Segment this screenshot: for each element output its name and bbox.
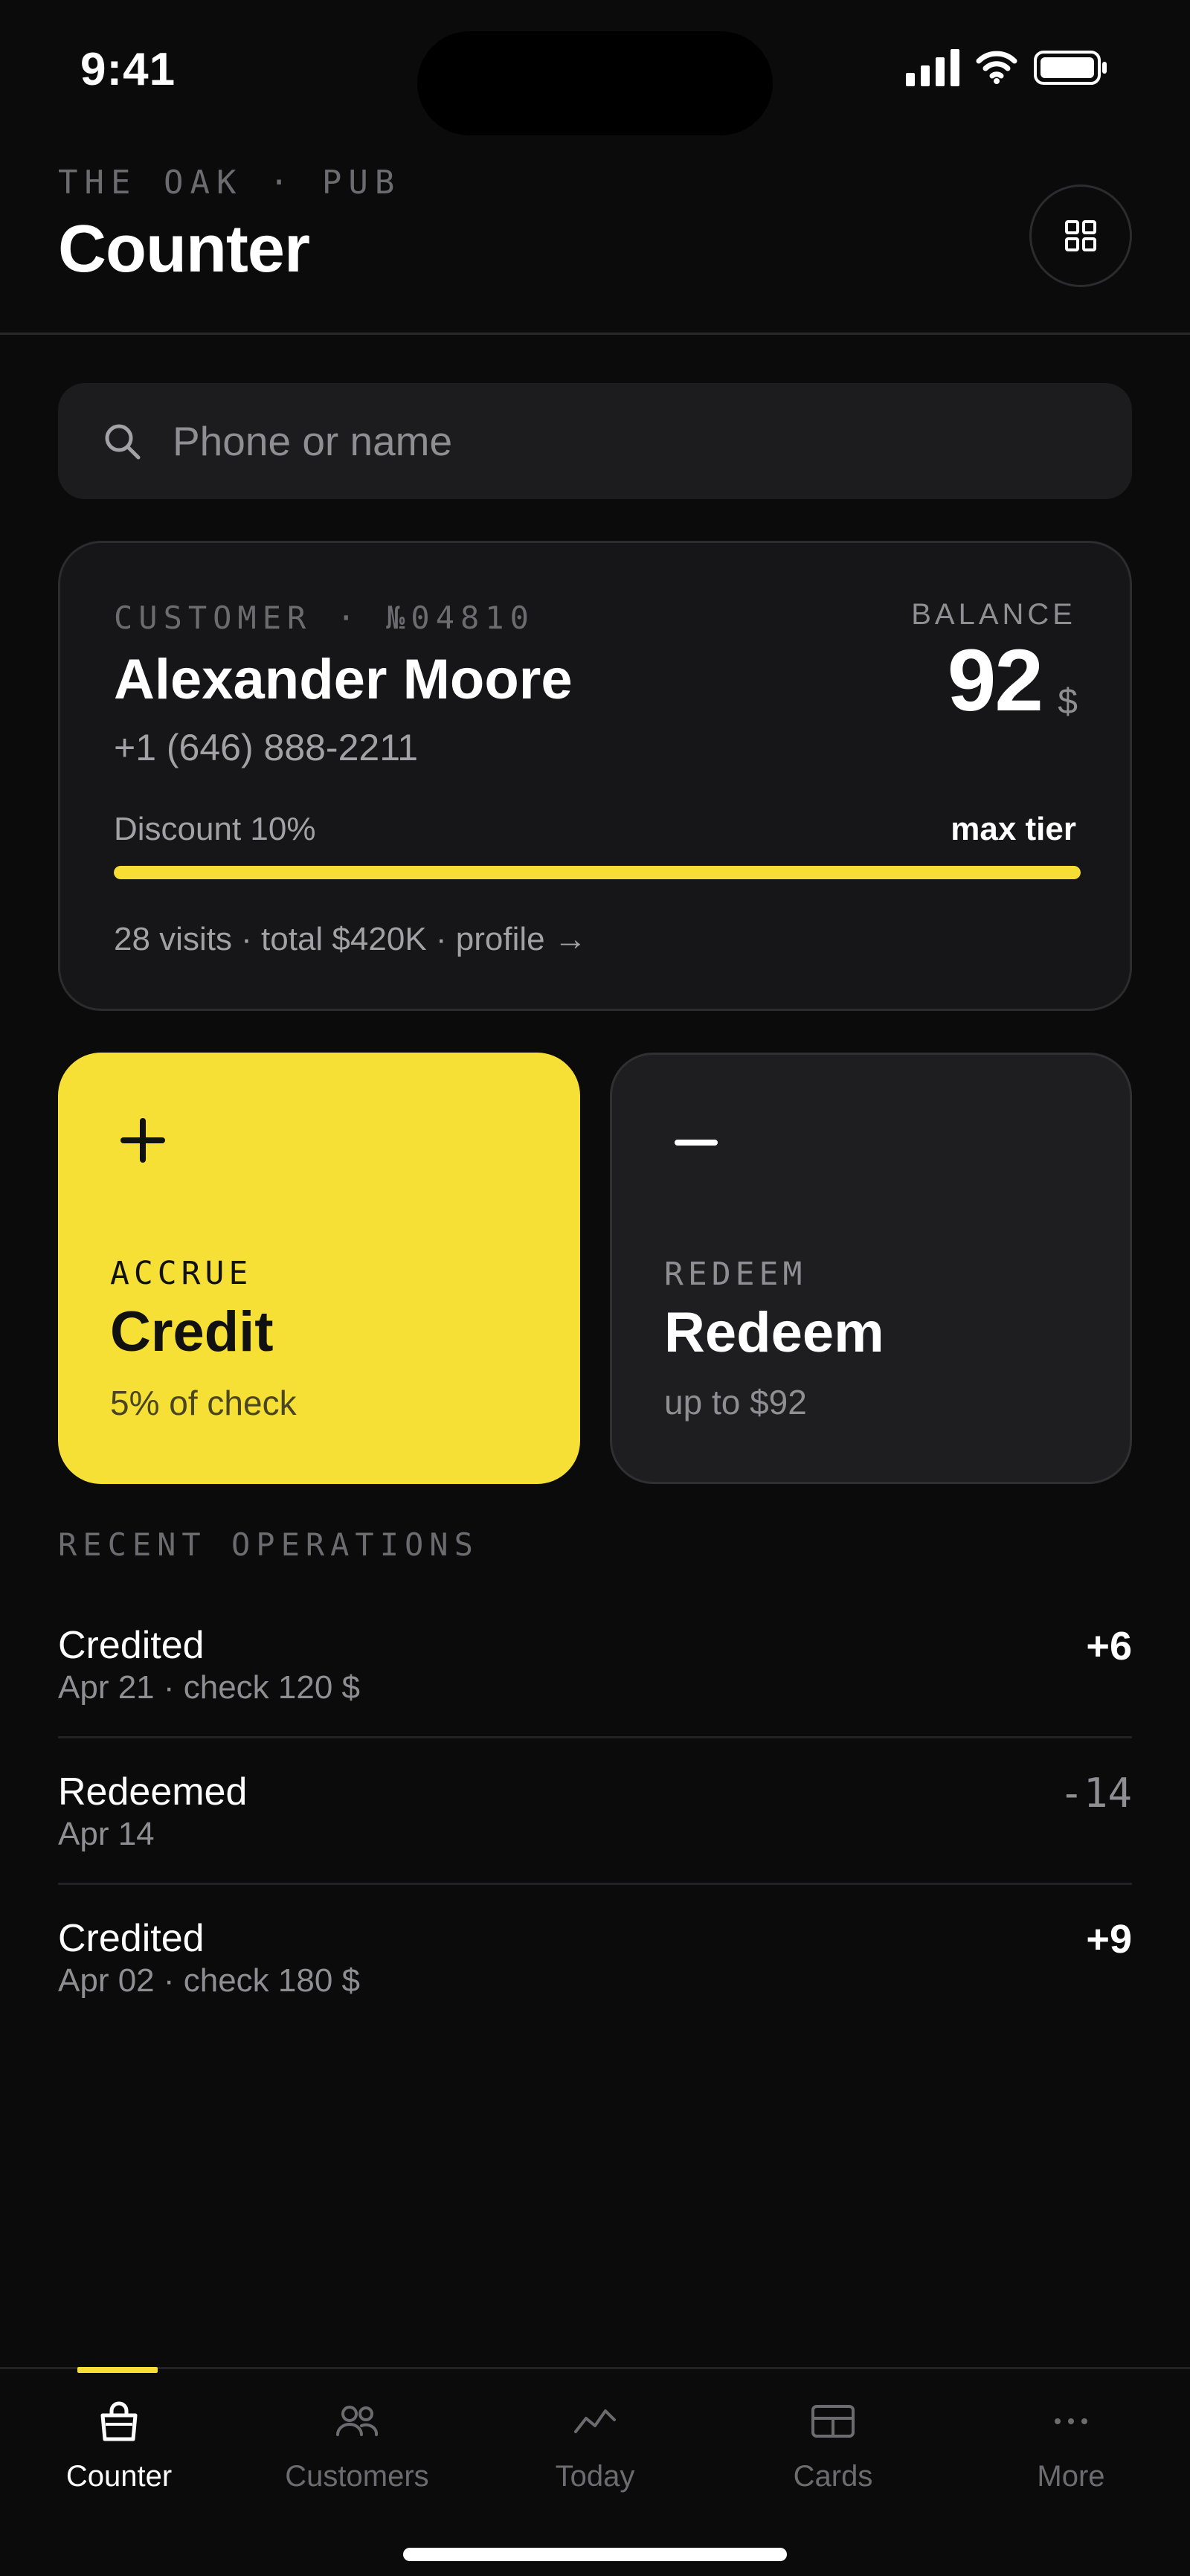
tab-label: Cards bbox=[793, 2460, 873, 2493]
home-indicator bbox=[403, 2548, 787, 2561]
operation-subtitle: Apr 14 bbox=[58, 1816, 155, 1852]
wifi-icon bbox=[976, 51, 1017, 84]
accrue-kicker: ACCRUE bbox=[110, 1255, 253, 1292]
list-item[interactable]: Credited Apr 21 · check 120 $ +6 bbox=[58, 1592, 1132, 1738]
search-input[interactable] bbox=[173, 383, 1110, 499]
tab-label: More bbox=[1037, 2460, 1105, 2493]
customer-name: Alexander Moore bbox=[114, 648, 573, 711]
redeem-kicker: REDEEM bbox=[664, 1256, 807, 1293]
battery-icon bbox=[1034, 51, 1107, 85]
minus-icon bbox=[675, 1140, 718, 1146]
tab-cards[interactable]: Cards bbox=[714, 2369, 952, 2511]
tab-label: Customers bbox=[285, 2460, 429, 2493]
more-icon bbox=[1055, 2418, 1087, 2424]
tier-progress-bar bbox=[114, 866, 1081, 879]
discount-label: Discount 10% bbox=[114, 811, 316, 847]
trend-icon bbox=[574, 2409, 616, 2433]
recent-operations-list: Credited Apr 21 · check 120 $ +6 Redeeme… bbox=[58, 1592, 1132, 2031]
accrue-title: Credit bbox=[110, 1300, 274, 1364]
status-time: 9:41 bbox=[80, 44, 176, 95]
redeem-subtitle: up to $92 bbox=[664, 1383, 807, 1422]
tab-counter[interactable]: Counter bbox=[0, 2369, 238, 2511]
search-icon bbox=[105, 424, 141, 460]
grid-view-button[interactable] bbox=[1029, 184, 1132, 287]
credit-button[interactable]: ACCRUE Credit 5% of check bbox=[58, 1053, 580, 1484]
customer-id: CUSTOMER · №04810 bbox=[114, 600, 535, 636]
balance-unit: $ bbox=[1058, 682, 1078, 722]
operation-title: Credited bbox=[58, 1917, 205, 1960]
list-item[interactable]: Credited Apr 02 · check 180 $ +9 bbox=[58, 1885, 1132, 2031]
tab-bar: Counter Customers Today Cards More bbox=[0, 2367, 1190, 2576]
operation-amount: +6 bbox=[1086, 1624, 1132, 1668]
grid-icon bbox=[1065, 220, 1096, 251]
header: THE OAK · PUB Counter bbox=[0, 141, 1190, 335]
balance-value: 92 bbox=[947, 632, 1043, 730]
signal-icon bbox=[906, 49, 959, 86]
customer-profile-link[interactable]: 28 visits · total $420K · profile → bbox=[114, 921, 587, 958]
recent-operations-label: RECENT OPERATIONS bbox=[58, 1526, 479, 1563]
tab-label: Today bbox=[555, 2460, 635, 2493]
operation-amount: -14 bbox=[1059, 1770, 1132, 1817]
operation-subtitle: Apr 02 · check 180 $ bbox=[58, 1962, 361, 1999]
redeem-title: Redeem bbox=[664, 1301, 884, 1364]
users-icon bbox=[336, 2406, 379, 2436]
card-icon bbox=[811, 2405, 855, 2438]
tab-more[interactable]: More bbox=[952, 2369, 1190, 2511]
operation-title: Credited bbox=[58, 1624, 205, 1667]
page-title: Counter bbox=[58, 212, 310, 286]
tier-label: max tier bbox=[951, 811, 1076, 847]
tab-label: Counter bbox=[65, 2460, 173, 2493]
search-bar bbox=[58, 383, 1132, 499]
status-bar: 9:41 bbox=[0, 0, 1190, 141]
customer-phone: +1 (646) 888-2211 bbox=[114, 727, 419, 768]
operation-title: Redeemed bbox=[58, 1770, 248, 1814]
operation-amount: +9 bbox=[1086, 1917, 1132, 1962]
bag-icon bbox=[100, 2401, 138, 2441]
plus-icon bbox=[120, 1118, 165, 1163]
balance-label: BALANCE bbox=[911, 598, 1076, 631]
tab-today[interactable]: Today bbox=[476, 2369, 714, 2511]
tab-customers[interactable]: Customers bbox=[238, 2369, 476, 2511]
customer-card[interactable]: CUSTOMER · №04810 Alexander Moore +1 (64… bbox=[58, 541, 1132, 1011]
list-item[interactable]: Redeemed Apr 14 -14 bbox=[58, 1738, 1132, 1885]
venue-label: THE OAK · PUB bbox=[58, 164, 402, 202]
tier-progress-fill bbox=[114, 866, 1081, 879]
operation-subtitle: Apr 21 · check 120 $ bbox=[58, 1669, 361, 1706]
dynamic-island bbox=[417, 31, 773, 135]
accrue-subtitle: 5% of check bbox=[110, 1384, 297, 1422]
redeem-button[interactable]: REDEEM Redeem up to $92 bbox=[610, 1053, 1132, 1484]
